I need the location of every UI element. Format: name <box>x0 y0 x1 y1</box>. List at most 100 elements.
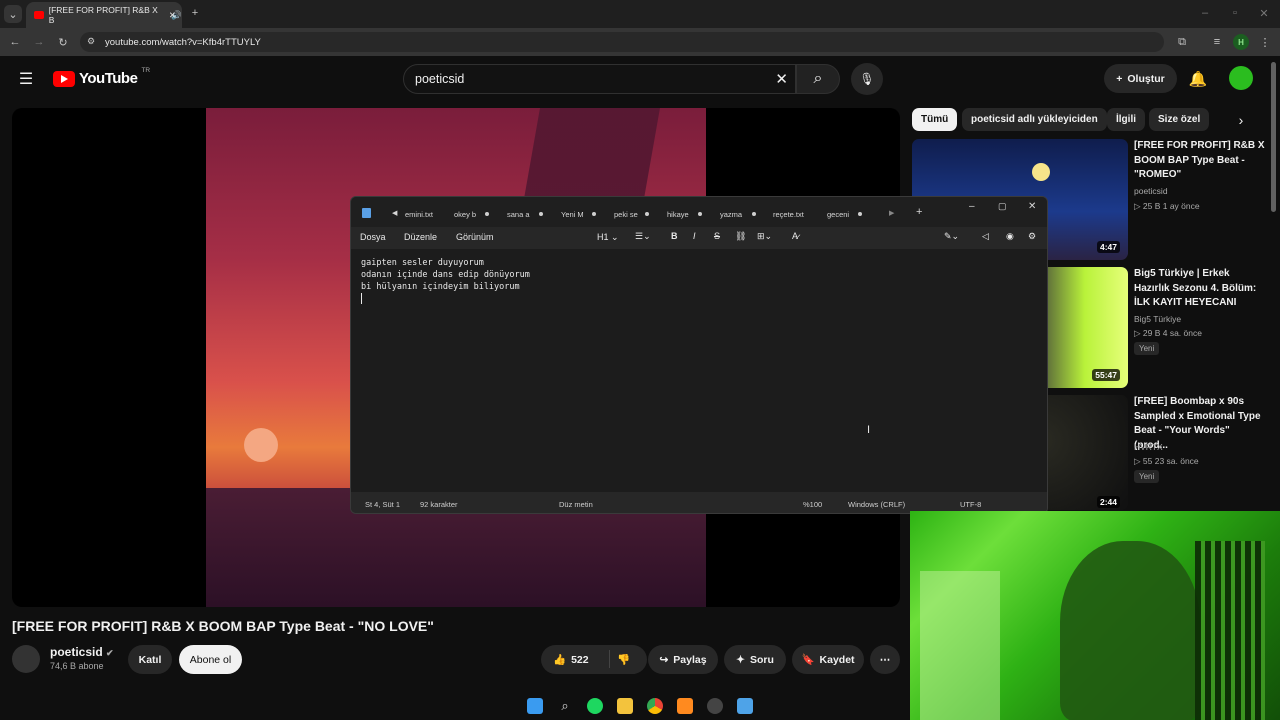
channel-name[interactable]: poeticsid ✔ <box>50 645 114 659</box>
notepad-tab-5[interactable]: peki se <box>614 210 638 219</box>
share-note-icon[interactable]: ◁ <box>982 231 989 242</box>
chrome-icon[interactable] <box>647 698 663 714</box>
rec-channel-3[interactable]: HVRTX <box>1134 442 1163 452</box>
notepad-tab-3[interactable]: sana a <box>507 210 530 219</box>
tab-search-icon[interactable]: ⌄ <box>4 5 22 23</box>
channel-avatar[interactable] <box>12 645 40 673</box>
back-icon[interactable]: ← <box>8 35 22 49</box>
notepad-tab-2[interactable]: okey b <box>454 210 476 219</box>
rec-title-2[interactable]: Big5 Türkiye | Erkek Hazırlık Sezonu 4. … <box>1134 267 1266 311</box>
np-minimize-icon[interactable]: – <box>969 201 975 212</box>
close-window-icon[interactable]: ✕ <box>1257 6 1271 20</box>
heading-dropdown[interactable]: H1 ⌄ <box>597 232 619 243</box>
table-icon[interactable]: ⊞⌄ <box>757 231 772 242</box>
menu-view[interactable]: Görünüm <box>456 232 494 242</box>
char-count: 92 karakter <box>420 500 458 509</box>
clear-format-icon[interactable]: A̷ <box>792 231 798 241</box>
ask-button[interactable]: ✦ Soru <box>724 645 786 674</box>
line-ending[interactable]: Windows (CRLF) <box>848 500 905 509</box>
notifications-bell-icon[interactable]: 🔔 <box>1188 69 1208 89</box>
browser-tab[interactable]: [FREE FOR PROFIT] R&B X B 🔊 ✕ <box>26 2 182 28</box>
maximize-icon[interactable]: ▫ <box>1228 6 1242 20</box>
notepad-tab-9[interactable]: geceni <box>827 210 849 219</box>
np-close-icon[interactable]: ✕ <box>1028 201 1036 212</box>
minimize-icon[interactable]: – <box>1198 6 1212 20</box>
menu-file[interactable]: Dosya <box>360 232 386 242</box>
search-button[interactable]: ⌕ <box>796 64 840 94</box>
new-badge-3: Yeni <box>1134 470 1160 483</box>
new-tab-plus-icon[interactable]: + <box>916 206 922 218</box>
thumbs-down-icon[interactable]: 👎 <box>617 653 630 666</box>
youtube-play-icon <box>53 70 75 87</box>
like-button[interactable]: 👍 522 👎 <box>541 645 647 674</box>
account-icon[interactable]: ◉ <box>1006 231 1014 242</box>
text-cursor-icon: I <box>867 424 871 436</box>
like-count: 522 <box>571 653 589 666</box>
share-label: Paylaş <box>673 653 707 666</box>
profile-avatar[interactable]: H <box>1233 34 1249 50</box>
start-icon[interactable] <box>527 698 543 714</box>
more-actions-button[interactable]: ⋯ <box>870 645 900 674</box>
recording-app-icon[interactable] <box>707 698 723 714</box>
chip-from-uploader[interactable]: poeticsid adlı yükleyiciden <box>962 108 1107 131</box>
menu-kebab-icon[interactable]: ⋮ <box>1258 35 1272 49</box>
notepad-taskbar-icon[interactable] <box>737 698 753 714</box>
np-maximize-icon[interactable]: ▢ <box>998 201 1007 212</box>
copilot-icon[interactable]: ✎⌄ <box>944 231 959 242</box>
notepad-app-icon <box>362 208 371 218</box>
notepad-text-area[interactable]: gaipten sesler duyuyorum odanın içinde d… <box>351 249 1047 492</box>
notepad-tab-1[interactable]: emini.txt <box>405 210 433 219</box>
tab-close-icon[interactable]: ✕ <box>169 10 176 21</box>
italic-icon[interactable]: I <box>693 231 696 241</box>
settings-gear-icon[interactable]: ⚙ <box>1028 231 1036 242</box>
text-format[interactable]: Düz metin <box>559 500 593 509</box>
link-icon[interactable]: ⛓ <box>735 231 746 242</box>
tabs-scroll-right-icon[interactable]: ▶ <box>889 209 894 217</box>
rec-channel-2[interactable]: Big5 Türkiye <box>1134 314 1181 324</box>
list-icon[interactable]: ☰⌄ <box>635 231 651 242</box>
tabs-scroll-left-icon[interactable]: ◀ <box>392 209 397 217</box>
site-info-icon[interactable]: ⚙ <box>87 36 95 47</box>
rec-channel-1[interactable]: poeticsid <box>1134 186 1168 196</box>
extensions-icon[interactable]: ⧉ <box>1175 35 1189 49</box>
youtube-logo[interactable]: YouTube TR <box>53 67 151 87</box>
search-input[interactable]: poeticsid ✕ <box>403 64 796 94</box>
new-tab-icon[interactable]: + <box>188 6 202 20</box>
text-line-3: bi hülyanın içindeyim biliyorum <box>361 282 520 292</box>
subscribe-button[interactable]: Abone ol <box>179 645 242 674</box>
encoding[interactable]: UTF-8 <box>960 500 981 509</box>
page-scrollbar[interactable] <box>1271 62 1276 212</box>
reload-icon[interactable]: ↻ <box>56 35 70 49</box>
notepad-window[interactable]: ◀ emini.txt okey b sana a Yeni M peki se… <box>350 196 1048 514</box>
create-button[interactable]: + Oluştur <box>1104 64 1177 93</box>
forward-icon[interactable]: → <box>32 35 46 49</box>
join-button[interactable]: Katıl <box>128 645 172 674</box>
file-explorer-icon[interactable] <box>617 698 633 714</box>
menu-edit[interactable]: Düzenle <box>404 232 437 242</box>
chips-next-icon[interactable]: › <box>1233 112 1249 128</box>
region-code: TR <box>141 67 151 74</box>
fl-studio-icon[interactable] <box>677 698 693 714</box>
voice-search-button[interactable]: 🎙 <box>851 63 883 95</box>
rec-title-1[interactable]: [FREE FOR PROFIT] R&B X BOOM BAP Type Be… <box>1134 139 1266 183</box>
address-bar[interactable]: ⚙ youtube.com/watch?v=Kfb4rTTUYLY <box>80 32 1164 52</box>
zoom-level[interactable]: %100 <box>803 500 822 509</box>
chip-for-you[interactable]: Size özel <box>1149 108 1210 131</box>
strikethrough-icon[interactable]: S <box>714 231 720 241</box>
chip-all[interactable]: Tümü <box>912 108 958 131</box>
account-avatar[interactable] <box>1229 66 1253 90</box>
notepad-tab-6[interactable]: hikaye <box>667 210 689 219</box>
notepad-tab-7[interactable]: yazma <box>720 210 742 219</box>
share-button[interactable]: ↪ Paylaş <box>648 645 718 674</box>
save-button[interactable]: 🔖 Kaydet <box>792 645 864 674</box>
chip-related[interactable]: İlgili <box>1107 108 1145 131</box>
sparkle-icon: ✦ <box>736 653 745 666</box>
notepad-tab-4[interactable]: Yeni M <box>561 210 584 219</box>
clear-search-icon[interactable]: ✕ <box>775 70 788 88</box>
notepad-tab-8[interactable]: reçete.txt <box>773 210 804 219</box>
reading-list-icon[interactable]: ≡ <box>1210 35 1224 49</box>
hamburger-menu-icon[interactable]: ☰ <box>17 70 35 88</box>
spotify-icon[interactable] <box>587 698 603 714</box>
bold-icon[interactable]: B <box>671 231 678 241</box>
taskbar-search-icon[interactable]: ⌕ <box>557 698 573 714</box>
